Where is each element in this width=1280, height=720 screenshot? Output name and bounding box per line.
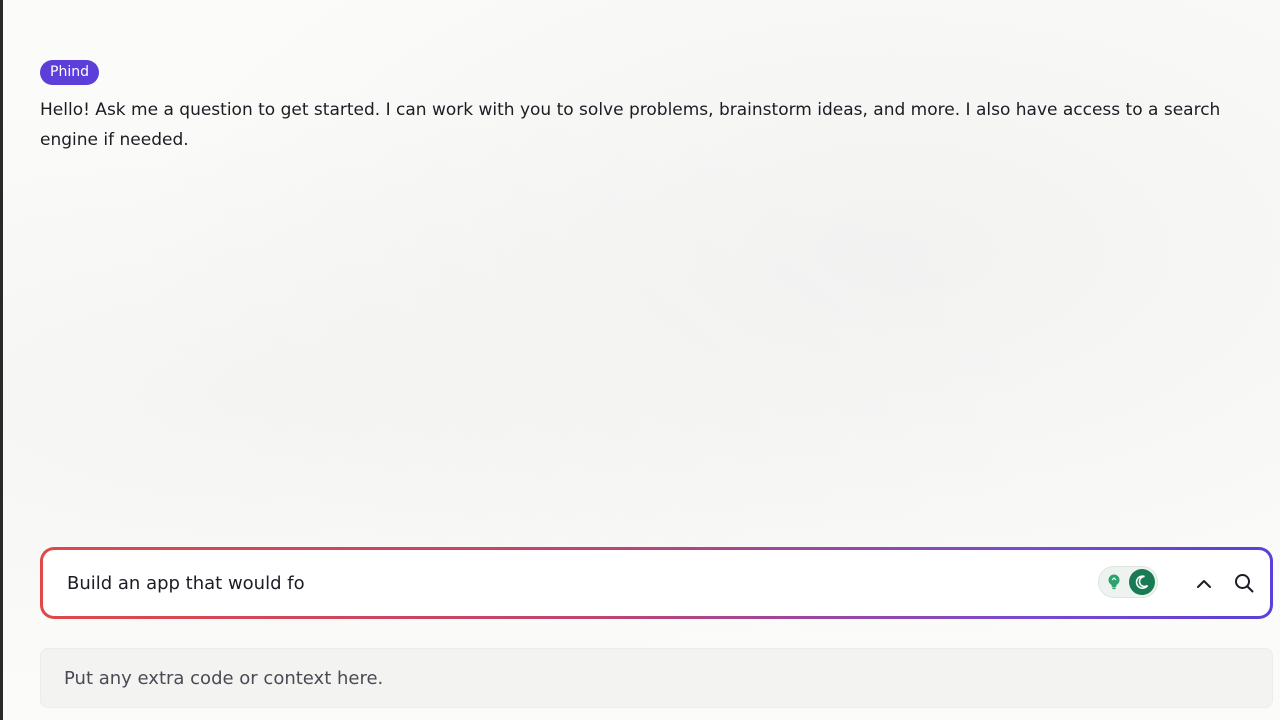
query-input[interactable] <box>67 550 1067 616</box>
assistant-name-badge: Phind <box>40 60 99 85</box>
bulb-icon <box>1108 574 1120 590</box>
assistant-greeting-message: Hello! Ask me a question to get started.… <box>40 100 1221 150</box>
phind-chat-page: Phind Hello! Ask me a question to get st… <box>0 0 1280 720</box>
moon-icon <box>1135 575 1149 589</box>
query-input-container <box>40 547 1273 619</box>
chevron-up-icon[interactable] <box>1193 573 1215 595</box>
toggle-knob <box>1129 569 1155 595</box>
search-icon[interactable] <box>1233 572 1255 594</box>
context-input-container <box>40 648 1273 708</box>
query-input-inner <box>43 550 1270 616</box>
mode-toggle[interactable] <box>1098 566 1158 598</box>
context-input[interactable] <box>64 648 1244 708</box>
window-edge <box>0 0 3 720</box>
